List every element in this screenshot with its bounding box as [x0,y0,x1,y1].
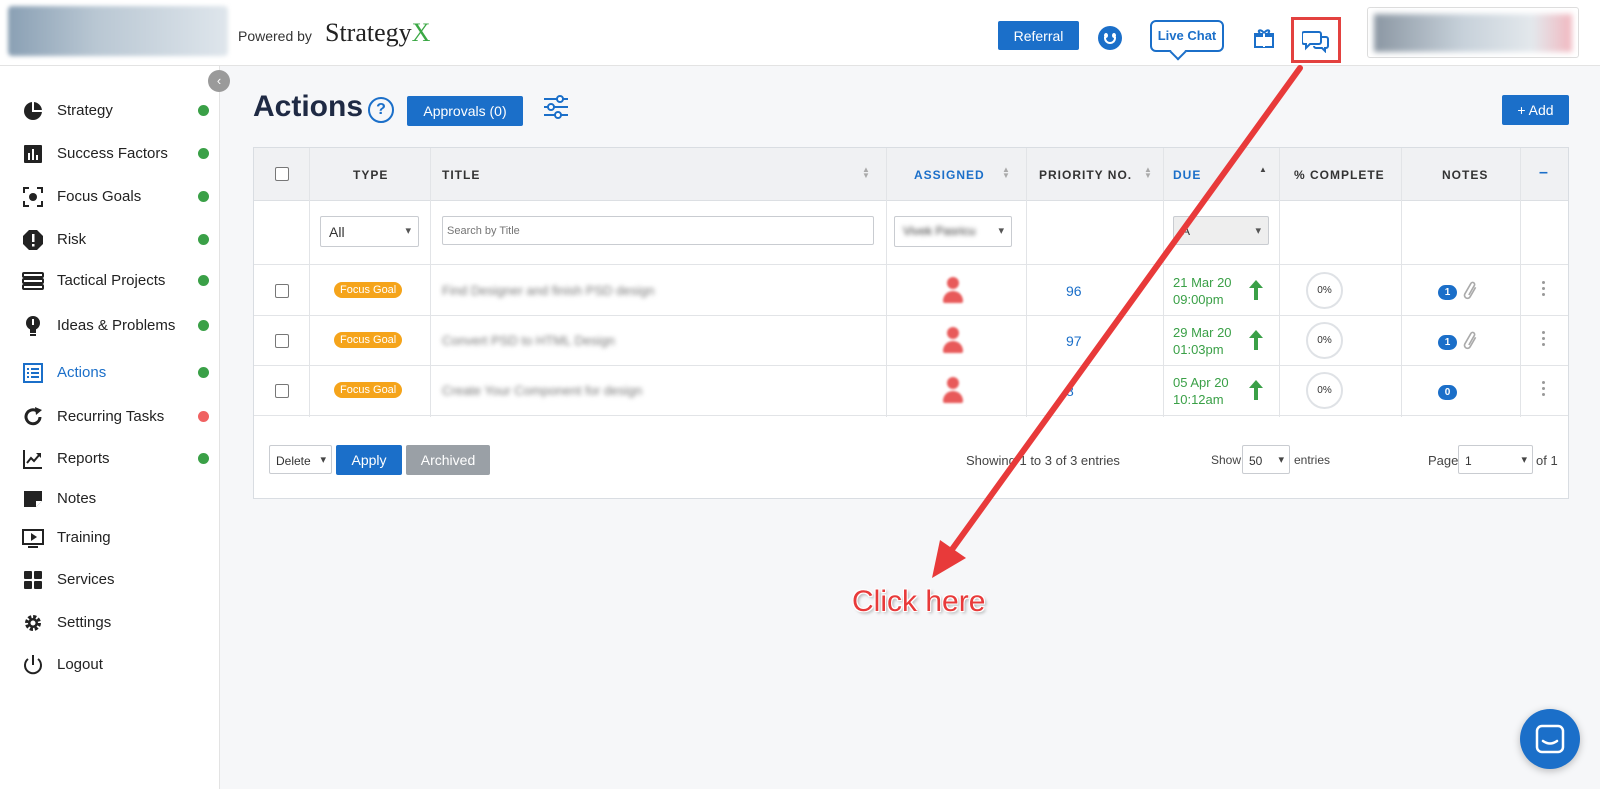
support-chat-launcher[interactable] [1520,709,1580,769]
annotation-arrow [932,65,1303,578]
sidebar-collapse-button[interactable]: ‹ [208,70,230,92]
chat-bubble-icon [1535,724,1565,754]
annotation-label: Click here [852,585,986,618]
